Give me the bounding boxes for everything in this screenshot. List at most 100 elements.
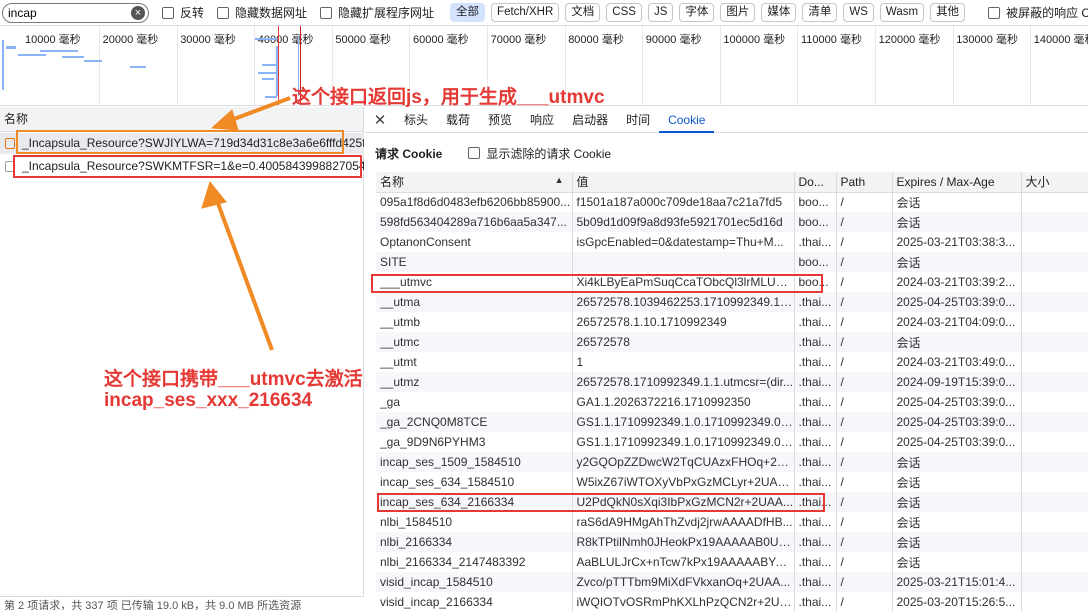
cookie-cell: .thai...: [794, 572, 837, 592]
cookie-row[interactable]: __utmz 26572578.1710992349.1.1.utmcsr=(di…: [376, 372, 1088, 392]
filter-chip[interactable]: 媒体: [761, 3, 797, 22]
cookie-cell: /: [836, 592, 893, 612]
tab-0[interactable]: 标头: [395, 107, 437, 133]
cookie-cell: [1021, 232, 1088, 252]
filter-chip[interactable]: 其他: [930, 3, 966, 22]
search-box[interactable]: ×: [2, 2, 149, 23]
close-icon[interactable]: ✕: [365, 111, 395, 129]
cookie-cell: _ga_2CNQ0M8TCE: [376, 412, 573, 432]
hide-data-urls-label: 隐藏数据网址: [235, 6, 308, 20]
cookie-row[interactable]: incap_ses_1509_1584510 y2GQOpZZDwcW2TqCUA…: [376, 452, 1088, 472]
cookie-row[interactable]: __utmc 26572578 .thai... / 会话: [376, 332, 1088, 352]
cookie-row[interactable]: incap_ses_634_1584510 W5ixZ67iWTOXyVbPxGz…: [376, 472, 1088, 492]
cookie-row[interactable]: _ga_2CNQ0M8TCE GS1.1.1710992349.1.0.17109…: [376, 412, 1088, 432]
invert-label: 反转: [180, 6, 205, 20]
cookie-cell: _ga_9D9N6PYHM3: [376, 432, 573, 452]
hide-data-urls-checkbox[interactable]: 隐藏数据网址: [217, 4, 307, 21]
invert-checkbox[interactable]: 反转: [162, 4, 204, 21]
cookie-row[interactable]: __utma 26572578.1039462253.1710992349.17.…: [376, 292, 1088, 312]
cookie-cell: 会话: [892, 212, 1022, 232]
column-header[interactable]: 大小: [1021, 172, 1088, 193]
cookie-row[interactable]: nlbi_2166334 R8kTPtilNmh0JHeokPx19AAAAAB0…: [376, 532, 1088, 552]
timeline-tick-label: 60000 毫秒: [413, 34, 469, 46]
highlight-utmvc-row: [371, 274, 823, 293]
cookie-row[interactable]: 095a1f8d6d0483efb6206bb85900... f1501a187…: [376, 192, 1088, 212]
cookie-cell: 2025-04-25T03:39:0...: [892, 392, 1022, 412]
cookie-cell: .thai...: [794, 512, 837, 532]
cookie-cell: 会话: [892, 192, 1022, 212]
filter-chip[interactable]: 字体: [679, 3, 715, 22]
clear-search-icon[interactable]: ×: [131, 5, 145, 20]
cookie-row[interactable]: _ga GA1.1.2026372216.1710992350 .thai.../2…: [376, 392, 1088, 412]
cookie-cell: [1021, 452, 1088, 472]
filter-chip[interactable]: WS: [843, 3, 874, 22]
cookie-row[interactable]: 598fd563404289a716b6aa5a347... 5b09d1d09f…: [376, 212, 1088, 232]
column-header[interactable]: 名称 ▲: [376, 172, 573, 193]
tab-3[interactable]: 响应: [521, 107, 563, 133]
cookie-row[interactable]: __utmb 26572578.1.10.1710992349 .thai.../2…: [376, 312, 1088, 332]
cookie-cell: 5b09d1d09f9a8d93fe5921701ec5d16d: [572, 212, 795, 232]
column-header[interactable]: Do...: [794, 172, 837, 193]
cookie-cell: [1021, 572, 1088, 592]
name-column-header[interactable]: 名称: [0, 107, 363, 132]
filter-chip[interactable]: 图片: [720, 3, 756, 22]
cookie-cell: 2024-09-19T15:39:0...: [892, 372, 1022, 392]
cookie-cell: __utma: [376, 292, 573, 312]
timeline-activity-mark: [84, 60, 102, 62]
filter-chip[interactable]: Fetch/XHR: [491, 3, 560, 22]
filter-chip[interactable]: Wasm: [879, 3, 925, 22]
cookie-cell: GS1.1.1710992349.1.0.1710992349.0.0.0: [572, 432, 795, 452]
cookie-cell: [1021, 352, 1088, 372]
blocked-cookies-checkbox[interactable]: 被屏蔽的响应 Cookie: [988, 4, 1088, 21]
request-cookies-header: 请求 Cookie 显示滤除的请求 Cookie: [365, 133, 1088, 173]
hide-extension-urls-checkbox[interactable]: 隐藏扩展程序网址: [320, 4, 434, 21]
filter-chip[interactable]: 清单: [802, 3, 838, 22]
cookie-cell: incap_ses_1509_1584510: [376, 452, 573, 472]
cookie-cell: raS6dA9HMgAhThZvdj2jrwAAAADfHB...: [572, 512, 795, 532]
cookie-cell: /: [836, 352, 893, 372]
cookie-cell: .thai...: [794, 412, 837, 432]
filter-chip[interactable]: JS: [647, 3, 674, 22]
cookie-cell: 2024-03-21T04:09:0...: [892, 312, 1022, 332]
hide-extension-urls-label: 隐藏扩展程序网址: [338, 6, 435, 20]
filter-chip[interactable]: 全部: [450, 3, 486, 22]
cookie-row[interactable]: SITE boo... / 会话: [376, 252, 1088, 272]
cookie-cell: /: [836, 332, 893, 352]
show-filtered-checkbox[interactable]: 显示滤除的请求 Cookie: [468, 145, 611, 162]
filter-chip[interactable]: 文档: [565, 3, 601, 22]
cookie-cell: [1021, 512, 1088, 532]
column-header[interactable]: 值: [572, 172, 795, 193]
filter-chip[interactable]: CSS: [606, 3, 642, 22]
cookie-row[interactable]: nlbi_1584510 raS6dA9HMgAhThZvdj2jrwAAAADf…: [376, 512, 1088, 532]
column-header[interactable]: Path: [836, 172, 893, 193]
column-header[interactable]: Expires / Max-Age: [892, 172, 1022, 193]
checkbox-icon: [217, 6, 230, 19]
cookie-row[interactable]: __utmt 1 .thai.../2024-03-21T03:49:0...: [376, 352, 1088, 372]
cookie-cell: boo...: [794, 252, 837, 272]
checkbox-icon: [468, 147, 481, 159]
tab-1[interactable]: 载荷: [437, 107, 479, 133]
cookie-cell: [1021, 472, 1088, 492]
highlight-activate-request: [13, 155, 362, 178]
timeline-gridline: [176, 26, 178, 105]
cookie-row[interactable]: visid_incap_1584510 Zvco/pTTTbm9MiXdFVkxa…: [376, 572, 1088, 592]
cookie-row[interactable]: _ga_9D9N6PYHM3 GS1.1.1710992349.1.0.17109…: [376, 432, 1088, 452]
timeline-tick-label: 10000 毫秒: [25, 34, 81, 46]
cookie-cell: /: [836, 572, 893, 592]
cookie-cell: /: [836, 412, 893, 432]
cookie-row[interactable]: nlbi_2166334_2147483392 AaBLULJrCx+nTcw7k…: [376, 552, 1088, 572]
cookie-cell: f1501a187a000c709de18aa7c21a7fd5: [572, 192, 795, 212]
tab-2[interactable]: 预览: [479, 107, 521, 133]
cookie-cell: GS1.1.1710992349.1.0.1710992349.0.0.0: [572, 412, 795, 432]
cookie-cell: 2025-04-25T03:39:0...: [892, 412, 1022, 432]
tab-4[interactable]: 启动器: [563, 107, 617, 133]
cookie-cell: OptanonConsent: [376, 232, 573, 252]
tab-5[interactable]: 时间: [617, 107, 659, 133]
cookie-row[interactable]: OptanonConsent isGpcEnabled=0&datestamp=T…: [376, 232, 1088, 252]
cookie-cell: 2025-04-25T03:39:0...: [892, 432, 1022, 452]
cookie-cell: __utmc: [376, 332, 573, 352]
timeline-gridline: [719, 26, 721, 105]
search-input[interactable]: [8, 5, 148, 20]
cookie-row[interactable]: visid_incap_2166334 iWQIOTvOSRmPhKXLhPzQC…: [376, 592, 1088, 612]
tab-6[interactable]: Cookie: [659, 107, 715, 133]
